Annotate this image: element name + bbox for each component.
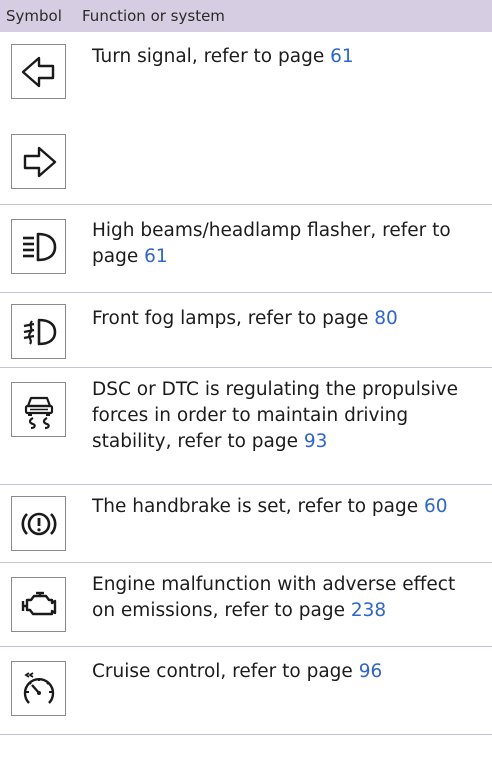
- table-row: DSC or DTC is regulating the propulsive …: [0, 368, 492, 485]
- row-text: Engine malfunction with adverse effect o…: [92, 574, 456, 621]
- table-row: Engine malfunction with adverse effect o…: [0, 563, 492, 647]
- high-beam-icon: [11, 219, 66, 274]
- header-symbol: Symbol: [6, 7, 62, 25]
- engine-malfunction-icon: [11, 577, 66, 632]
- cruise-control-icon: [11, 661, 66, 716]
- table-row: Front fog lamps, refer to page 80: [0, 293, 492, 368]
- table-row: Turn signal, refer to page 61: [0, 32, 492, 112]
- table-header: Symbol Function or system: [0, 0, 492, 32]
- row-text: Front fog lamps, refer to page 80: [92, 308, 398, 329]
- page-link[interactable]: 61: [144, 246, 168, 267]
- table-row: High beams/headlamp flasher, refer to pa…: [0, 205, 492, 293]
- table-row: The handbrake is set, refer to page 60: [0, 485, 492, 563]
- indicator-lamp-table: Symbol Function or system Turn signal, r…: [0, 0, 492, 735]
- turn-signal-left-icon: [11, 44, 66, 99]
- header-function: Function or system: [82, 7, 225, 25]
- row-text: Turn signal, refer to page 61: [92, 46, 354, 67]
- turn-signal-right-icon: [11, 134, 66, 189]
- row-text: DSC or DTC is regulating the propulsive …: [92, 379, 458, 452]
- row-text: The handbrake is set, refer to page 60: [92, 496, 448, 517]
- page-link[interactable]: 238: [351, 600, 386, 621]
- row-text: Cruise control, refer to page 96: [92, 661, 383, 682]
- page-link[interactable]: 96: [359, 661, 383, 682]
- dsc-dtc-icon: [11, 382, 66, 437]
- table-row: [0, 112, 492, 205]
- page-link[interactable]: 80: [374, 308, 398, 329]
- handbrake-icon: [11, 496, 66, 551]
- page-link[interactable]: 93: [304, 431, 328, 452]
- page-link[interactable]: 60: [424, 496, 448, 517]
- front-fog-lamp-icon: [11, 304, 66, 359]
- page-link[interactable]: 61: [330, 46, 354, 67]
- row-text: High beams/headlamp flasher, refer to pa…: [92, 220, 451, 267]
- table-row: Cruise control, refer to page 96: [0, 647, 492, 735]
